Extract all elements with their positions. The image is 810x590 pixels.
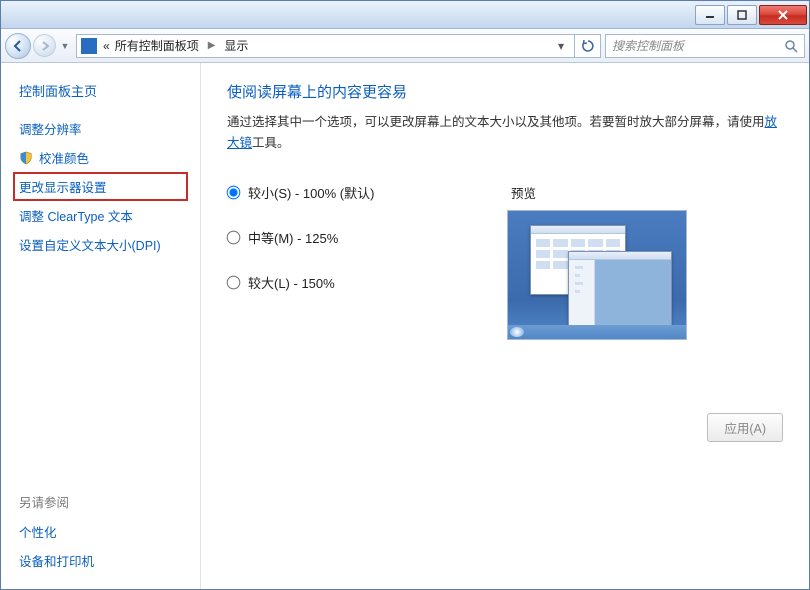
address-dropdown[interactable]: ▾ bbox=[552, 39, 570, 53]
maximize-button[interactable] bbox=[727, 5, 757, 25]
sidebar-item-calibrate-color[interactable]: 校准颜色 bbox=[13, 143, 188, 172]
preview-image bbox=[507, 210, 687, 340]
breadcrumb-current[interactable]: 显示 bbox=[224, 37, 248, 54]
minimize-button[interactable] bbox=[695, 5, 725, 25]
radio-small[interactable]: 较小(S) - 100% (默认) bbox=[227, 183, 507, 202]
apply-row: 应用(A) bbox=[707, 413, 783, 442]
sidebar-item-label: 调整 ClearType 文本 bbox=[19, 206, 133, 225]
sidebar-item-cleartype[interactable]: 调整 ClearType 文本 bbox=[13, 201, 188, 230]
preview-taskbar bbox=[508, 325, 686, 339]
sidebar-item-change-display-settings[interactable]: 更改显示器设置 bbox=[13, 172, 188, 201]
preview-column: 预览 bbox=[507, 183, 687, 340]
radio-medium-label: 中等(M) - 125% bbox=[248, 228, 338, 247]
sidebar: 控制面板主页 调整分辨率 校准颜色 更改显示器设置 调整 ClearType 文… bbox=[1, 63, 201, 589]
options-area: 较小(S) - 100% (默认) 中等(M) - 125% 较大(L) - 1… bbox=[227, 183, 783, 340]
radio-small-input[interactable] bbox=[227, 185, 241, 199]
page-title: 使阅读屏幕上的内容更容易 bbox=[227, 81, 783, 102]
apply-button[interactable]: 应用(A) bbox=[707, 413, 783, 442]
see-also-devices-printers[interactable]: 设备和打印机 bbox=[13, 546, 188, 575]
window: ▼ « 所有控制面板项 ▶ 显示 ▾ 搜索控制面板 控制面板主页 调整分辨率 bbox=[0, 0, 810, 590]
nav-back-button[interactable] bbox=[5, 33, 31, 59]
control-panel-icon bbox=[81, 38, 97, 54]
radio-medium-input[interactable] bbox=[227, 230, 241, 244]
preview-window-front bbox=[568, 251, 672, 329]
sidebar-item-custom-dpi[interactable]: 设置自定义文本大小(DPI) bbox=[13, 230, 188, 259]
shield-icon bbox=[19, 151, 33, 165]
desc-text: 通过选择其中一个选项，可以更改屏幕上的文本大小以及其他项。若要暂时放大部分屏幕，… bbox=[227, 115, 765, 129]
sidebar-item-label: 设置自定义文本大小(DPI) bbox=[19, 235, 161, 254]
sidebar-home[interactable]: 控制面板主页 bbox=[13, 77, 188, 106]
radio-small-label: 较小(S) - 100% (默认) bbox=[248, 183, 374, 202]
radio-large-input[interactable] bbox=[227, 275, 241, 289]
sidebar-item-label: 更改显示器设置 bbox=[19, 177, 107, 196]
breadcrumb-parent[interactable]: 所有控制面板项 bbox=[115, 37, 199, 54]
preview-label: 预览 bbox=[511, 183, 687, 202]
window-buttons bbox=[693, 5, 807, 25]
nav-history-dropdown[interactable]: ▼ bbox=[58, 41, 72, 51]
sidebar-item-resolution[interactable]: 调整分辨率 bbox=[13, 114, 188, 143]
radio-medium[interactable]: 中等(M) - 125% bbox=[227, 228, 507, 247]
size-options: 较小(S) - 100% (默认) 中等(M) - 125% 较大(L) - 1… bbox=[227, 183, 507, 340]
sidebar-item-label: 校准颜色 bbox=[39, 148, 89, 167]
navbar: ▼ « 所有控制面板项 ▶ 显示 ▾ 搜索控制面板 bbox=[1, 29, 809, 63]
titlebar bbox=[1, 1, 809, 29]
refresh-button[interactable] bbox=[575, 34, 601, 58]
breadcrumb: « 所有控制面板项 ▶ 显示 bbox=[103, 37, 248, 54]
breadcrumb-root-marker: « bbox=[103, 39, 110, 53]
nav-forward-button[interactable] bbox=[33, 34, 56, 57]
address-bar[interactable]: « 所有控制面板项 ▶ 显示 ▾ bbox=[76, 34, 575, 58]
body: 控制面板主页 调整分辨率 校准颜色 更改显示器设置 调整 ClearType 文… bbox=[1, 63, 809, 589]
search-icon bbox=[784, 39, 798, 53]
content: 使阅读屏幕上的内容更容易 通过选择其中一个选项，可以更改屏幕上的文本大小以及其他… bbox=[201, 63, 809, 589]
search-placeholder: 搜索控制面板 bbox=[612, 37, 684, 54]
see-also-item-label: 设备和打印机 bbox=[19, 551, 94, 570]
chevron-right-icon: ▶ bbox=[208, 40, 216, 51]
see-also-section: 另请参阅 个性化 设备和打印机 bbox=[13, 488, 188, 575]
close-button[interactable] bbox=[759, 5, 807, 25]
desc-text-after: 工具。 bbox=[252, 136, 290, 150]
sidebar-item-label: 调整分辨率 bbox=[19, 119, 82, 138]
radio-large-label: 较大(L) - 150% bbox=[248, 273, 335, 292]
see-also-label: 另请参阅 bbox=[13, 488, 188, 517]
search-input[interactable]: 搜索控制面板 bbox=[605, 34, 805, 58]
see-also-item-label: 个性化 bbox=[19, 522, 57, 541]
page-description: 通过选择其中一个选项，可以更改屏幕上的文本大小以及其他项。若要暂时放大部分屏幕，… bbox=[227, 112, 783, 155]
see-also-personalization[interactable]: 个性化 bbox=[13, 517, 188, 546]
radio-large[interactable]: 较大(L) - 150% bbox=[227, 273, 507, 292]
